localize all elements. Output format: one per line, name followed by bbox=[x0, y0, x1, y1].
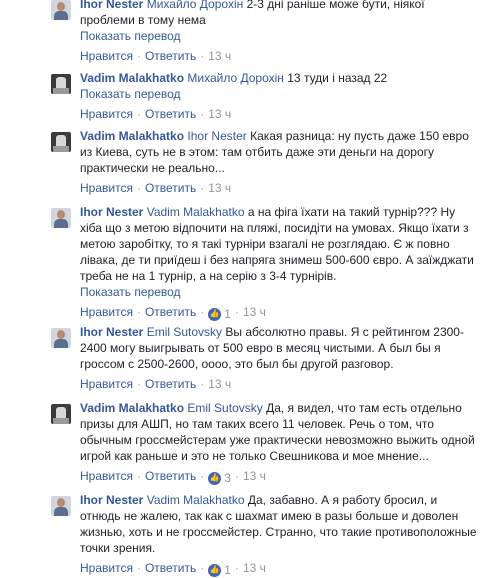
separator: · bbox=[234, 305, 239, 319]
reply-link[interactable]: Ответить bbox=[145, 49, 196, 63]
separator: · bbox=[136, 469, 141, 483]
comment-body: Ihor Nester Михайло Дорохін 2-3 дні рані… bbox=[80, 0, 477, 64]
comment-body: Vadim Malakhatko Михайло Дорохін 13 туди… bbox=[80, 70, 477, 122]
reply-link[interactable]: Ответить bbox=[145, 377, 196, 391]
separator: · bbox=[136, 107, 141, 121]
comment-body: Vadim Malakhatko Ihor Nester Какая разни… bbox=[80, 128, 477, 196]
comment-author[interactable]: Ihor Nester bbox=[80, 493, 143, 507]
avatar[interactable] bbox=[51, 0, 71, 20]
separator: · bbox=[234, 469, 239, 483]
avatar[interactable] bbox=[51, 132, 71, 152]
like-icon: 👍 bbox=[208, 471, 222, 485]
like-icon: 👍 bbox=[208, 307, 222, 321]
separator: · bbox=[200, 181, 205, 195]
like-link[interactable]: Нравится bbox=[80, 107, 133, 121]
comment-actions: Нравится · Ответить · 13 ч bbox=[80, 48, 477, 64]
separator: · bbox=[200, 107, 205, 121]
separator: · bbox=[136, 181, 141, 195]
reaction-number: 3 bbox=[224, 471, 231, 485]
separator: · bbox=[200, 49, 205, 63]
like-link[interactable]: Нравится bbox=[80, 49, 133, 63]
comment-actions: Нравится · Ответить · 13 ч bbox=[80, 376, 477, 392]
like-link[interactable]: Нравится bbox=[80, 561, 133, 575]
comment-actions: Нравится · Ответить · 13 ч bbox=[80, 180, 477, 196]
reply-link[interactable]: Ответить bbox=[145, 305, 196, 319]
avatar[interactable] bbox=[51, 404, 71, 424]
reaction-count[interactable]: 👍 1 bbox=[208, 562, 231, 578]
avatar[interactable] bbox=[51, 328, 71, 348]
comment-author[interactable]: Vadim Malakhatko bbox=[80, 71, 184, 85]
show-translation-link[interactable]: Показать перевод bbox=[80, 86, 477, 102]
like-link[interactable]: Нравится bbox=[80, 469, 133, 483]
separator: · bbox=[234, 561, 239, 575]
comment-actions: Нравится · Ответить · 13 ч bbox=[80, 106, 477, 122]
comment-text: 13 туди і назад 22 bbox=[283, 71, 388, 85]
comment-mention[interactable]: Vadim Malakhatko bbox=[147, 493, 245, 507]
comment-time[interactable]: 13 ч bbox=[243, 561, 266, 575]
comment-time[interactable]: 13 ч bbox=[208, 107, 231, 121]
comment-time[interactable]: 13 ч bbox=[208, 377, 231, 391]
show-translation-link[interactable]: Показать перевод bbox=[80, 28, 477, 44]
separator: · bbox=[200, 469, 205, 483]
comment-mention[interactable]: Ihor Nester bbox=[187, 129, 246, 143]
comment-body: Ihor Nester Emil Sutovsky Вы абсолютно п… bbox=[80, 324, 477, 392]
separator: · bbox=[136, 377, 141, 391]
comment-actions: Нравится · Ответить · 👍 3 · 13 ч bbox=[80, 468, 477, 486]
comment-time[interactable]: 13 ч bbox=[208, 181, 231, 195]
reaction-number: 1 bbox=[224, 307, 231, 321]
like-icon: 👍 bbox=[208, 563, 222, 577]
comment-author[interactable]: Vadim Malakhatko bbox=[80, 401, 184, 415]
comment-body: Ihor Nester Vadim Malakhatko а на фіга ї… bbox=[80, 204, 477, 322]
comment-body: Ihor Nester Vadim Malakhatko Да, забавно… bbox=[80, 492, 477, 578]
separator: · bbox=[200, 305, 205, 319]
comment-author[interactable]: Ihor Nester bbox=[80, 325, 143, 339]
avatar[interactable] bbox=[51, 74, 71, 94]
reaction-count[interactable]: 👍 1 bbox=[208, 306, 231, 322]
comment-mention[interactable]: Emil Sutovsky bbox=[187, 401, 262, 415]
separator: · bbox=[136, 561, 141, 575]
reply-link[interactable]: Ответить bbox=[145, 181, 196, 195]
separator: · bbox=[200, 561, 205, 575]
comment-author[interactable]: Ihor Nester bbox=[80, 205, 143, 219]
show-translation-link[interactable]: Показать перевод bbox=[80, 284, 477, 300]
comment-mention[interactable]: Михайло Дорохін bbox=[147, 0, 244, 11]
comment-mention[interactable]: Vadim Malakhatko bbox=[147, 205, 245, 219]
comment-mention[interactable]: Михайло Дорохін bbox=[187, 71, 284, 85]
reply-link[interactable]: Ответить bbox=[145, 561, 196, 575]
comment-time[interactable]: 13 ч bbox=[243, 305, 266, 319]
avatar[interactable] bbox=[51, 208, 71, 228]
separator: · bbox=[136, 49, 141, 63]
avatar[interactable] bbox=[51, 496, 71, 516]
like-link[interactable]: Нравится bbox=[80, 181, 133, 195]
reply-link[interactable]: Ответить bbox=[145, 469, 196, 483]
comment-actions: Нравится · Ответить · 👍 1 · 13 ч bbox=[80, 560, 477, 578]
reply-link[interactable]: Ответить bbox=[145, 107, 196, 121]
comment-mention[interactable]: Emil Sutovsky bbox=[147, 325, 222, 339]
comment-author[interactable]: Ihor Nester bbox=[80, 0, 143, 11]
comment-author[interactable]: Vadim Malakhatko bbox=[80, 129, 184, 143]
like-link[interactable]: Нравится bbox=[80, 377, 133, 391]
separator: · bbox=[200, 377, 205, 391]
separator: · bbox=[136, 305, 141, 319]
comment-time[interactable]: 13 ч bbox=[208, 49, 231, 63]
comment-time[interactable]: 13 ч bbox=[243, 469, 266, 483]
comment-body: Vadim Malakhatko Emil Sutovsky Да, я вид… bbox=[80, 400, 477, 486]
reaction-number: 1 bbox=[224, 563, 231, 577]
like-link[interactable]: Нравится bbox=[80, 305, 133, 319]
comment-actions: Нравится · Ответить · 👍 1 · 13 ч bbox=[80, 304, 477, 322]
reaction-count[interactable]: 👍 3 bbox=[208, 470, 231, 486]
